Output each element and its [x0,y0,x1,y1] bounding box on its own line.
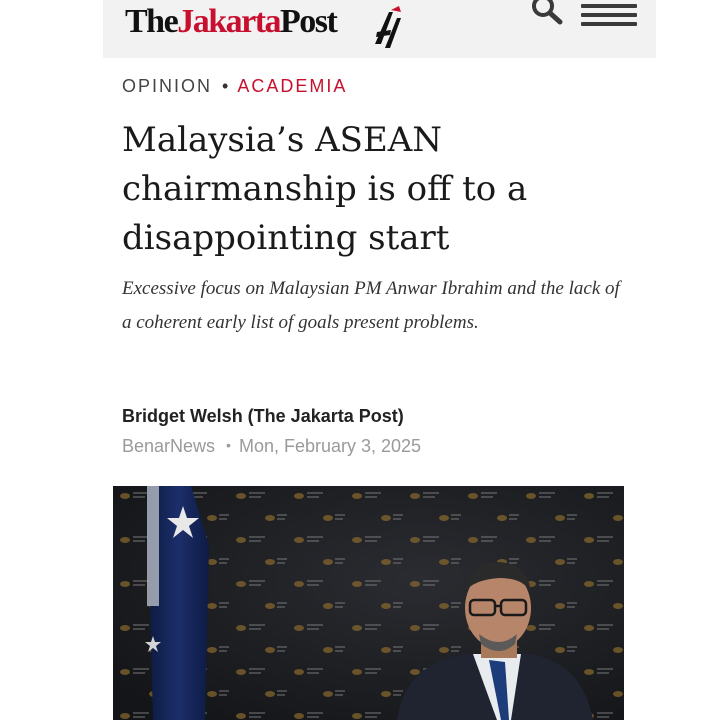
hero-photo-illustration [113,486,624,720]
logo-text-the: The [125,3,179,40]
subsection-link[interactable]: ACADEMIA [237,76,347,96]
section-link[interactable]: OPINION [122,76,212,96]
article-meta: BenarNews • Mon, February 3, 2025 [122,434,421,457]
article-source: BenarNews [122,436,216,456]
logo-text-post: Post [280,3,338,40]
hero-image [113,486,624,720]
article-summary: Excessive focus on Malaysian PM Anwar Ib… [122,278,620,333]
logo-emblem-icon [375,6,401,48]
menu-icon[interactable] [581,4,637,26]
site-logo[interactable]: TheJakartaPost [125,2,338,42]
kicker-separator: • [222,76,229,96]
search-icon[interactable] [530,0,564,26]
article-author[interactable]: Bridget Welsh (The Jakarta Post) [122,405,404,427]
site-header: TheJakartaPost [103,0,656,58]
article-title: Malaysia’s ASEAN chairmanship is off to … [122,120,528,258]
article-kicker: OPINION • ACADEMIA [122,75,347,97]
article-date: Mon, February 3, 2025 [238,436,422,456]
meta-separator: • [226,437,231,453]
logo-text-jakarta: Jakarta [177,3,281,40]
